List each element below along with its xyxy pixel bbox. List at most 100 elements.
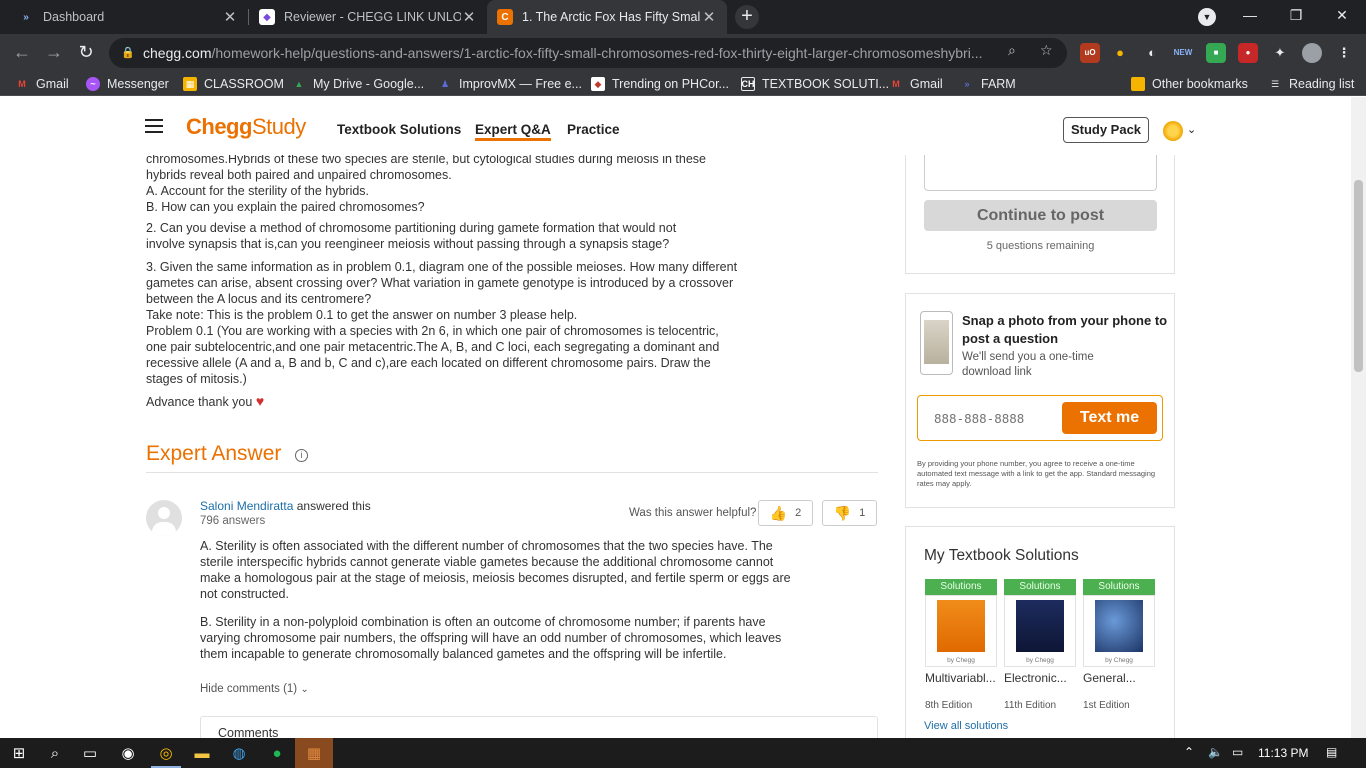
tab-search-icon[interactable]: ▼ [1198, 8, 1216, 26]
tab-reviewer[interactable]: ◆ Reviewer - CHEGG LINK UNLOCK ✕ [249, 0, 487, 34]
zoom-icon[interactable]: ⌕ [1008, 42, 1016, 59]
tab-chegg-active[interactable]: C 1. The Arctic Fox Has Fifty Small C ✕ [487, 0, 727, 34]
new-extension-icon[interactable]: NEW [1173, 43, 1193, 63]
bookmark-star-icon[interactable]: ☆ [1040, 42, 1053, 59]
extensions-puzzle-icon[interactable]: ✦ [1270, 43, 1290, 63]
page-scrollbar[interactable] [1351, 97, 1366, 738]
textbook-item[interactable]: Solutions by Chegg Multivariabl... 8th E… [925, 579, 997, 711]
view-all-solutions-link[interactable]: View all solutions [924, 720, 1008, 732]
chrome-menu-icon[interactable]: ⋮ [1334, 43, 1354, 63]
notifications-icon[interactable]: ▤ [1326, 745, 1337, 759]
sms-disclaimer: By providing your phone number, you agre… [917, 459, 1156, 488]
search-icon[interactable]: ⌕ [36, 738, 74, 768]
profile-avatar-icon[interactable] [1302, 43, 1322, 63]
chrome-taskbar-icon[interactable]: ◎ [147, 738, 185, 768]
comments-label: Comments [218, 726, 279, 738]
user-avatar-icon[interactable] [1163, 121, 1183, 141]
bookmark-label: CLASSROOM [204, 77, 284, 91]
textbook-icon: CH [741, 77, 755, 91]
address-bar[interactable]: 🔒 chegg.com/homework-help/questions-and-… [109, 38, 1067, 68]
forward-icon[interactable]: → [42, 41, 66, 65]
back-icon[interactable]: ← [10, 41, 34, 65]
bookmark-gmail[interactable]: M Gmail [15, 76, 68, 92]
textbook-item[interactable]: Solutions by Chegg General... 1st Editio… [1083, 579, 1155, 711]
honey-extension-icon[interactable]: ● [1110, 43, 1130, 63]
bookmark-my-drive[interactable]: ▲ My Drive - Google... [292, 76, 425, 92]
gmail-icon: M [18, 79, 26, 89]
answer-author: Saloni Mendiratta answered this [200, 499, 371, 513]
logo-chegg: Chegg [186, 114, 252, 139]
url-path: /homework-help/questions-and-answers/1-a… [211, 45, 983, 61]
browser-toolbar: ← → ↻ 🔒 chegg.com/homework-help/question… [0, 34, 1366, 72]
lock-icon: 🔒 [121, 47, 135, 59]
solutions-badge: Solutions [1083, 579, 1155, 595]
textbook-item[interactable]: Solutions by Chegg Electronic... 11th Ed… [1004, 579, 1076, 711]
nav-practice[interactable]: Practice [567, 122, 620, 137]
folder-icon [1131, 77, 1145, 91]
bookmark-farm[interactable]: » FARM [960, 76, 1015, 92]
question-line: A. Account for the sterility of the hybr… [146, 184, 370, 198]
close-tab-icon[interactable]: ✕ [222, 8, 238, 26]
close-window-icon[interactable]: ✕ [1320, 0, 1364, 32]
tab-title: 1. The Arctic Fox Has Fifty Small C [522, 10, 701, 24]
green-extension-icon[interactable]: ■ [1206, 43, 1226, 63]
phcorner-icon: ◆ [591, 77, 605, 91]
reading-list[interactable]: ☰ Reading list [1268, 76, 1354, 92]
spotify-icon[interactable]: ● [258, 738, 296, 768]
chegg-study-logo[interactable]: CheggStudy [186, 114, 306, 140]
taskbar-clock[interactable]: 11:13 PM [1258, 746, 1308, 760]
other-bookmarks[interactable]: Other bookmarks [1131, 76, 1248, 92]
minimize-icon[interactable]: — [1228, 0, 1272, 32]
app-window-icon[interactable]: ▦ [295, 738, 333, 768]
nav-expert-qa[interactable]: Expert Q&A [475, 122, 551, 141]
edge-icon[interactable]: ◍ [220, 738, 258, 768]
scrollbar-thumb[interactable] [1354, 180, 1363, 372]
tab-title: Reviewer - CHEGG LINK UNLOCK [284, 10, 461, 24]
tab-dashboard[interactable]: » Dashboard ✕ [8, 0, 248, 34]
app-circle-icon[interactable]: ◉ [109, 738, 147, 768]
bookmark-gmail-2[interactable]: M Gmail [889, 76, 942, 92]
windows-start-icon[interactable]: ⊞ [0, 738, 38, 768]
chevron-down-icon[interactable]: ⌄ [1187, 123, 1196, 136]
text-me-button[interactable]: Text me [1062, 402, 1157, 434]
continue-to-post-button[interactable]: Continue to post [924, 200, 1157, 231]
question-textarea[interactable] [924, 155, 1157, 191]
hide-comments-toggle[interactable]: Hide comments (1) ⌄ [200, 683, 309, 695]
question-thanks: Advance thank you ♥ [146, 393, 746, 410]
close-tab-icon[interactable]: ✕ [701, 8, 717, 26]
tray-chevron-up-icon[interactable]: ⌃ [1184, 745, 1194, 759]
restore-icon[interactable]: ❐ [1274, 0, 1318, 32]
study-pack-button[interactable]: Study Pack [1063, 117, 1149, 143]
red-extension-icon[interactable]: ● [1238, 43, 1258, 63]
nav-textbook-solutions[interactable]: Textbook Solutions [337, 122, 461, 137]
extension-icon[interactable]: ◐ [1142, 43, 1162, 63]
phone-number-input[interactable] [924, 404, 1054, 432]
phone-illustration-icon [920, 311, 953, 375]
url-domain: chegg.com [143, 45, 212, 61]
new-tab-button[interactable]: + [735, 5, 759, 29]
volume-icon[interactable]: 🔈 [1208, 745, 1223, 759]
file-explorer-icon[interactable]: ▬ [183, 738, 221, 768]
drive-icon: ▲ [294, 79, 304, 89]
section-divider [146, 472, 878, 473]
bookmark-label: ImprovMX — Free e... [459, 77, 582, 91]
classroom-icon: ▦ [183, 77, 197, 91]
thumbs-down-button[interactable]: 👎 1 [822, 500, 877, 526]
bookmark-phcorner[interactable]: ◆ Trending on PHCor... [591, 76, 729, 92]
bookmark-textbook-solutions[interactable]: CH TEXTBOOK SOLUTI... [741, 76, 889, 92]
ublock-extension-icon[interactable]: uO [1080, 43, 1100, 63]
task-view-icon[interactable]: ▭ [71, 738, 109, 768]
windows-taskbar: ⊞ ⌕ ▭ ◉ ◎ ▬ ◍ ● ▦ ⌃ 🔈 ▭ 11:13 PM ▤ [0, 738, 1366, 768]
info-icon[interactable]: i [295, 449, 308, 462]
book-by: by Chegg [1026, 657, 1054, 664]
answer-part-b: B. Sterility in a non-polyploid combinat… [200, 615, 782, 661]
bookmark-classroom[interactable]: ▦ CLASSROOM [183, 76, 284, 92]
hamburger-menu-icon[interactable] [145, 119, 163, 133]
network-icon[interactable]: ▭ [1232, 745, 1243, 759]
reload-icon[interactable]: ↻ [74, 41, 98, 65]
close-tab-icon[interactable]: ✕ [461, 8, 477, 26]
author-name[interactable]: Saloni Mendiratta [200, 499, 293, 513]
bookmark-improvmx[interactable]: ♟ ImprovMX — Free e... [438, 76, 582, 92]
bookmark-messenger[interactable]: ~ Messenger [86, 76, 169, 92]
thumbs-up-button[interactable]: 👍 2 [758, 500, 813, 526]
